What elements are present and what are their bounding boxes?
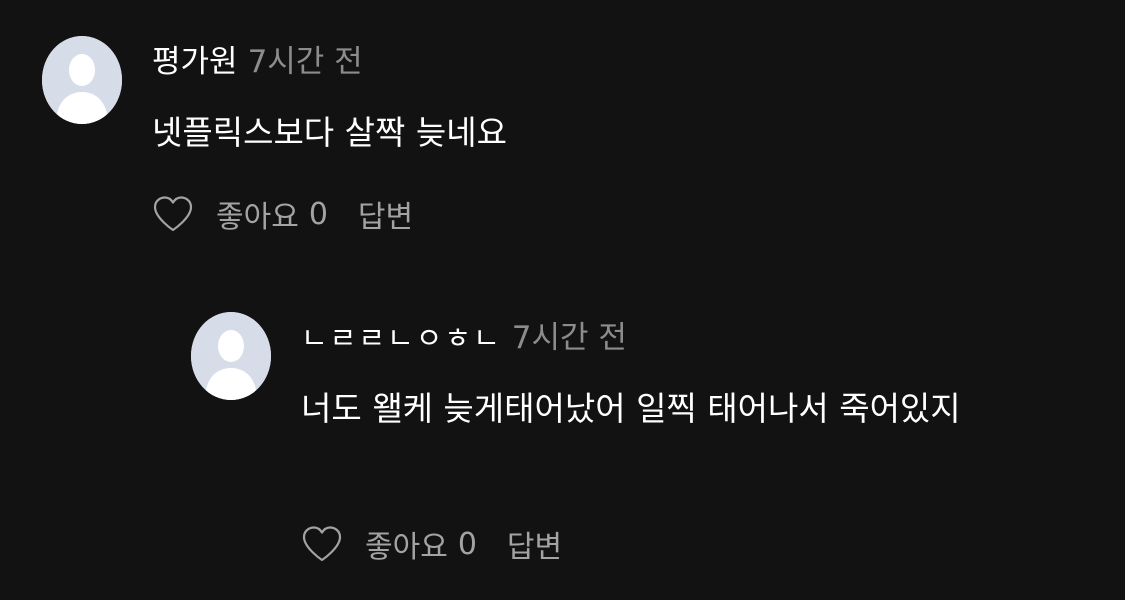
comment-author[interactable]: 평가원	[152, 44, 238, 80]
reply-button[interactable]: 답변	[358, 192, 413, 236]
comment-timestamp: 7시간 전	[511, 320, 627, 356]
comment-actions: 좋아요 0 답변	[301, 522, 562, 566]
default-user-icon	[191, 312, 271, 400]
default-user-icon	[42, 36, 122, 124]
like-button[interactable]: 좋아요	[365, 522, 448, 566]
comment-meta: ㄴㄹㄹㄴㅇㅎㄴ 7시간 전	[301, 318, 627, 358]
heart-outline-icon[interactable]	[301, 525, 343, 563]
comment-actions: 좋아요 0 답변	[152, 192, 413, 236]
like-button[interactable]: 좋아요	[216, 192, 299, 236]
comment-author[interactable]: ㄴㄹㄹㄴㅇㅎㄴ	[301, 321, 502, 355]
reply-button[interactable]: 답변	[507, 522, 562, 566]
user-avatar-icon[interactable]	[191, 312, 271, 400]
comment-body: 너도 왤케 늦게태어났어 일찍 태어나서 죽어있지	[301, 389, 961, 428]
reply-comment: ㄴㄹㄹㄴㅇㅎㄴ 7시간 전 너도 왤케 늦게태어났어 일찍 태어나서 죽어있지 좋…	[0, 260, 1125, 600]
comment-body: 넷플릭스보다 살짝 늦네요	[152, 113, 507, 152]
user-avatar-icon[interactable]	[42, 36, 122, 124]
like-count: 0	[308, 196, 328, 232]
comment-meta: 평가원 7시간 전	[152, 42, 363, 82]
like-count: 0	[457, 526, 477, 562]
comment-timestamp: 7시간 전	[247, 44, 363, 80]
heart-outline-icon[interactable]	[152, 195, 194, 233]
comment: 평가원 7시간 전 넷플릭스보다 살짝 늦네요 좋아요 0 답변	[0, 0, 1125, 260]
